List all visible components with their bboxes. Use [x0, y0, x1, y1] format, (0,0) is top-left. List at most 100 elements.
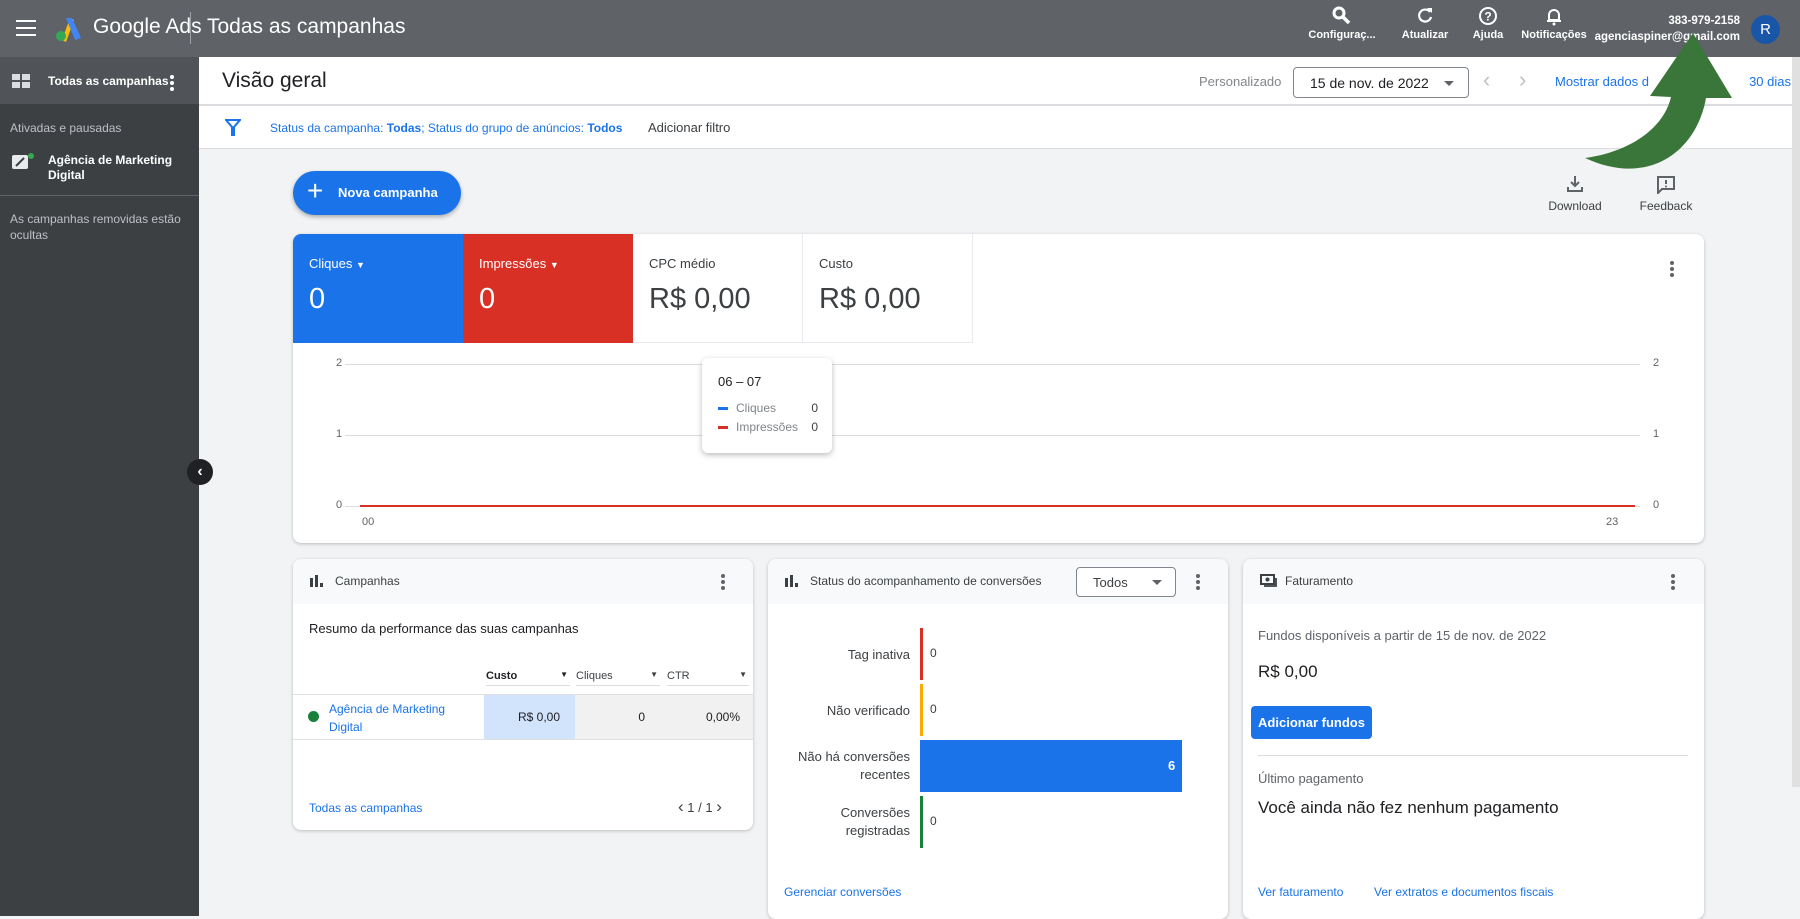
filter-label: ; Status do grupo de anúncios: — [421, 121, 588, 135]
svg-text:?: ? — [1484, 10, 1491, 24]
conversion-filter-select[interactable]: Todos — [1076, 567, 1176, 597]
column-header-cliques[interactable]: Cliques ▼ — [576, 670, 660, 686]
y-tick-label: 2 — [1653, 357, 1660, 369]
bar[interactable] — [920, 796, 923, 848]
bar[interactable] — [920, 684, 923, 736]
bar-label: Conversões registradas — [840, 805, 910, 838]
billing-card: Faturamento Fundos disponíveis a partir … — [1243, 559, 1704, 919]
download-button[interactable]: Download — [1545, 175, 1605, 213]
bar-label: Não há conversões recentes — [797, 749, 910, 782]
gridline — [345, 364, 1640, 365]
select-value: Todos — [1093, 575, 1128, 590]
funds-label: Fundos disponíveis a partir de 15 de nov… — [1258, 628, 1547, 643]
gridline — [345, 435, 1640, 436]
settings-label: Configuraç... — [1308, 29, 1376, 41]
metric-tile-avg-cpc[interactable]: CPC médio R$ 0,00 — [633, 234, 803, 343]
next-period-button[interactable]: › — [1519, 67, 1526, 93]
prev-period-button[interactable]: ‹ — [1483, 67, 1490, 93]
help-label: Ajuda — [1472, 29, 1504, 41]
more-vert-icon[interactable] — [1671, 574, 1675, 590]
card-title: Campanhas — [335, 574, 400, 588]
avatar[interactable]: R — [1751, 15, 1780, 44]
column-label: CTR — [667, 670, 690, 682]
metric-value: 0 — [309, 283, 326, 315]
manage-conversions-link[interactable]: Gerenciar conversões — [784, 885, 901, 899]
next-page-button[interactable]: › — [716, 797, 722, 816]
divider — [0, 195, 199, 196]
collapse-sidebar-button[interactable]: ‹ — [187, 459, 213, 485]
table-row: Agência de Marketing Digital R$ 0,00 0 0… — [293, 694, 753, 740]
caret-down-icon: ▼ — [549, 260, 559, 270]
settings-button[interactable]: Configuraç... — [1307, 6, 1377, 41]
bar-chart-icon — [310, 575, 323, 587]
cell-custo: R$ 0,00 — [484, 695, 575, 739]
metric-label: Custo — [819, 256, 853, 271]
add-filter-button[interactable]: Adicionar filtro — [648, 120, 730, 135]
last-payment-value: Você ainda não fez nenhum pagamento — [1258, 798, 1559, 817]
top-bar: Google Ads Todas as campanhas Configuraç… — [0, 0, 1800, 57]
metric-tile-cost[interactable]: Custo R$ 0,00 — [803, 234, 973, 343]
caret-down-icon: ▼ — [560, 670, 568, 679]
card-title: Faturamento — [1285, 574, 1354, 588]
more-vert-icon[interactable] — [721, 574, 725, 590]
account-id: 383-979-2158 — [1668, 15, 1740, 27]
column-header-custo[interactable]: Custo ▼ — [486, 670, 570, 686]
view-billing-link[interactable]: Ver faturamento — [1258, 885, 1343, 899]
bar[interactable] — [920, 628, 923, 680]
sidebar-item-all-campaigns[interactable]: Todas as campanhas — [0, 57, 199, 104]
metric-label: CPC médio — [649, 256, 716, 271]
campaign-name: Agência de Marketing Digital — [48, 153, 173, 182]
compare-link[interactable]: Mostrar dados d 30 dias — [1555, 74, 1791, 89]
bell-icon — [1547, 9, 1561, 26]
tooltip-value: 0 — [811, 420, 818, 434]
funds-value: R$ 0,00 — [1258, 662, 1318, 681]
more-vert-icon[interactable] — [1670, 261, 1674, 277]
all-campaigns-link[interactable]: Todas as campanhas — [309, 801, 422, 815]
bar-value: 0 — [930, 702, 937, 716]
notifications-button[interactable]: Notificações — [1518, 6, 1590, 41]
tooltip-title: 06 – 07 — [718, 374, 762, 389]
bar[interactable] — [920, 740, 1182, 792]
refresh-button[interactable]: Atualizar — [1395, 6, 1455, 41]
column-header-ctr[interactable]: CTR ▼ — [667, 670, 749, 686]
prev-page-button[interactable]: ‹ — [678, 797, 684, 816]
y-tick-label: 0 — [336, 499, 343, 511]
tooltip-row: Impressões 0 — [718, 420, 818, 434]
more-vert-icon[interactable] — [170, 75, 174, 91]
metric-value: R$ 0,00 — [649, 283, 751, 315]
sidebar-item-label: Todas as campanhas — [48, 74, 169, 88]
card-header: Faturamento — [1243, 559, 1704, 604]
bar-value: 0 — [930, 646, 937, 660]
new-campaign-label: Nova campanha — [338, 185, 438, 200]
metric-tile-impressions[interactable]: Impressões ▼ 0 — [463, 234, 633, 343]
page-title: Visão geral — [222, 69, 327, 92]
scrollbar[interactable] — [1792, 57, 1800, 787]
card-subtitle: Resumo da performance das suas campanhas — [309, 621, 579, 636]
feedback-button[interactable]: Feedback — [1636, 175, 1696, 213]
filter-label: Status da campanha: — [270, 121, 387, 135]
campaign-link[interactable]: Agência de Marketing Digital — [329, 700, 449, 736]
add-funds-button[interactable]: Adicionar fundos — [1251, 706, 1372, 739]
tooltip-series: Impressões — [736, 420, 799, 434]
help-button[interactable]: ? Ajuda — [1466, 6, 1510, 41]
divider — [1258, 755, 1688, 756]
new-campaign-button[interactable]: + Nova campanha — [293, 171, 461, 215]
metric-tile-clicks[interactable]: Cliques ▼ 0 — [293, 234, 463, 343]
x-tick-label: 00 — [362, 516, 375, 528]
view-statements-link[interactable]: Ver extratos e documentos fiscais — [1374, 885, 1553, 899]
bar-label: Não verificado — [826, 703, 910, 718]
caret-down-icon: ▼ — [355, 260, 365, 270]
wrench-icon — [1332, 6, 1351, 25]
date-range-label: Personalizado — [1199, 74, 1282, 89]
account-info[interactable]: 383-979-2158 agenciaspiner@gmail.com — [1595, 13, 1740, 45]
menu-icon[interactable] — [16, 20, 36, 36]
sidebar: Todas as campanhas Ativadas e pausadas A… — [0, 57, 199, 916]
sidebar-item-campaign[interactable]: Agência de Marketing Digital — [0, 149, 199, 189]
more-vert-icon[interactable] — [1196, 574, 1200, 590]
filter-chip[interactable]: Status da campanha: Todas; Status do gru… — [270, 121, 622, 135]
date-select[interactable]: 15 de nov. de 2022 — [1293, 67, 1469, 98]
plus-icon: + — [307, 175, 324, 206]
filter-icon[interactable] — [225, 119, 241, 136]
chart-tooltip: 06 – 07 Cliques 0 Impressões 0 — [702, 358, 832, 453]
grid-icon — [12, 74, 30, 88]
